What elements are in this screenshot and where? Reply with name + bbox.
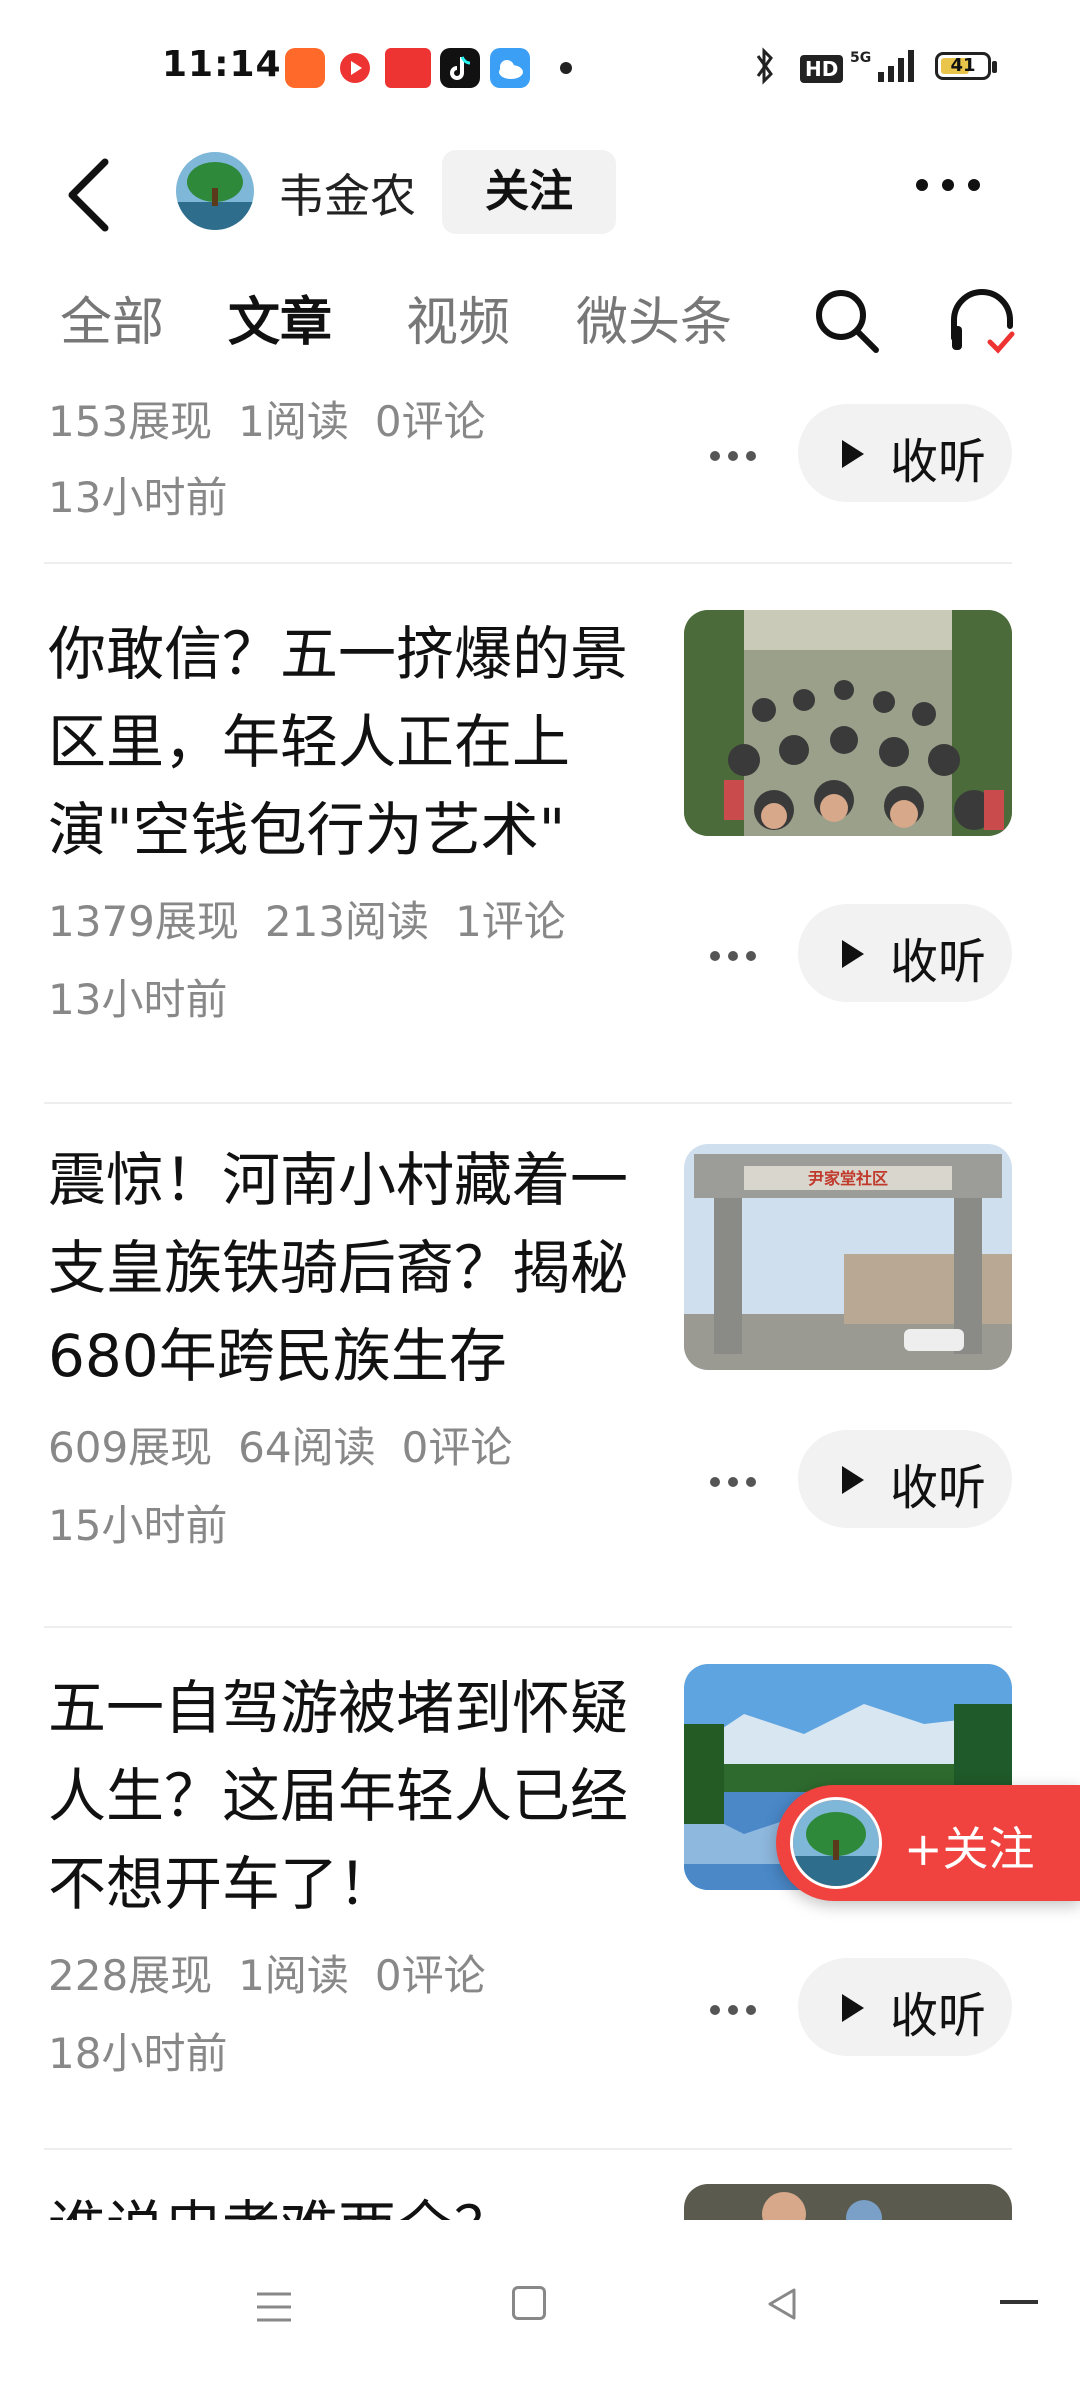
article-more-icon[interactable] [710, 946, 764, 961]
views-count: 153展现 [48, 397, 213, 446]
tab-all[interactable]: 全部 [60, 280, 164, 355]
notification-dot [560, 62, 572, 74]
reads-count: 1阅读 [238, 1951, 349, 2000]
reads-count: 213阅读 [264, 897, 430, 946]
floating-follow-button[interactable]: +关注 [776, 1785, 1080, 1901]
floating-follow-label: +关注 [904, 1822, 1035, 1876]
search-icon[interactable] [808, 282, 884, 358]
weather-icon [490, 48, 530, 88]
video-icon [335, 48, 375, 88]
author-avatar [790, 1797, 882, 1889]
article-stats: 228展现 1阅读 0评论 [48, 1942, 512, 2003]
listen-label: 收听 [890, 934, 987, 990]
views-count: 609展现 [48, 1423, 213, 1472]
article-thumbnail-gate[interactable]: 尹家堂社区 [684, 1144, 1012, 1370]
article-stats: 609展现 64阅读 0评论 [48, 1414, 538, 1475]
article-item[interactable]: 谁说忠孝难两全？ [0, 2184, 1080, 2262]
play-icon [842, 440, 864, 468]
article-thumbnail[interactable] [684, 2184, 1012, 2220]
divider [44, 1626, 1012, 1628]
listen-button[interactable]: 收听 [798, 904, 1012, 1002]
comments-count: 0评论 [374, 1951, 486, 2000]
battery-level: 41 [950, 55, 976, 76]
follow-button[interactable]: 关注 [442, 150, 616, 234]
system-nav-bar [0, 2220, 1080, 2400]
divider [44, 2148, 1012, 2150]
article-title[interactable]: 震惊！河南小村藏着一支皇族铁骑后裔？揭秘680年跨民族生存 [48, 1136, 658, 1400]
publish-time: 15小时前 [48, 1501, 228, 1550]
article-more-icon[interactable] [710, 2000, 764, 2015]
headphones-icon[interactable] [944, 282, 1020, 360]
article-stats: 153展现 1阅读 0评论 [48, 388, 512, 449]
listen-label: 收听 [890, 1460, 987, 1516]
play-icon [842, 1994, 864, 2022]
hd-badge: HD [800, 55, 844, 83]
comments-count: 0评论 [374, 397, 486, 446]
article-more-icon[interactable] [710, 446, 764, 461]
back-arrow-icon[interactable] [60, 150, 120, 240]
divider [44, 562, 1012, 564]
play-icon [842, 940, 864, 968]
listen-button[interactable]: 收听 [798, 1958, 1012, 2056]
divider [44, 1102, 1012, 1104]
more-options-icon[interactable] [916, 176, 996, 206]
reads-count: 1阅读 [238, 397, 349, 446]
svg-text:5G: 5G [850, 50, 871, 66]
author-avatar[interactable] [176, 152, 254, 230]
status-bar: 11:14 HD 5G 41 [0, 0, 1080, 130]
toutiao-icon [385, 48, 431, 88]
gate-sign: 尹家堂社区 [808, 1169, 888, 1188]
article-title[interactable]: 你敢信？五一挤爆的景区里，年轻人正在上演"空钱包行为艺术" [48, 610, 658, 874]
listen-label: 收听 [890, 1988, 987, 2044]
comments-count: 0评论 [401, 1423, 513, 1472]
listen-label: 收听 [890, 434, 987, 490]
publish-time: 13小时前 [48, 975, 228, 1024]
article-item[interactable]: 震惊！河南小村藏着一支皇族铁骑后裔？揭秘680年跨民族生存 尹家堂社区 609展… [0, 1136, 1080, 1596]
listen-button[interactable]: 收听 [798, 1430, 1012, 1528]
home-icon[interactable] [512, 2286, 546, 2320]
article-item[interactable]: 153展现 1阅读 0评论 13小时前 收听 [0, 380, 1080, 560]
tab-micro-posts[interactable]: 微头条 [576, 280, 732, 355]
bluetooth-icon [756, 47, 773, 85]
author-name[interactable]: 韦金农 [278, 160, 416, 226]
views-count: 228展现 [48, 1951, 213, 2000]
article-stats: 1379展现 213阅读 1评论 [48, 888, 592, 949]
comments-count: 1评论 [455, 897, 566, 946]
menu-icon[interactable] [255, 2290, 293, 2324]
article-more-icon[interactable] [710, 1472, 764, 1487]
article-title[interactable]: 五一自驾游被堵到怀疑人生？这届年轻人已经不想开车了！ [48, 1664, 658, 1928]
tiktok-icon [440, 48, 480, 88]
article-thumbnail-crowd[interactable] [684, 610, 1012, 836]
listen-button[interactable]: 收听 [798, 404, 1012, 502]
article-item[interactable]: 你敢信？五一挤爆的景区里，年轻人正在上演"空钱包行为艺术" 1379展现 213阅… [0, 610, 1080, 1070]
tab-articles[interactable]: 文章 [228, 280, 332, 355]
kuaishou-icon [285, 48, 325, 88]
publish-time: 13小时前 [48, 473, 228, 522]
nav-back-icon[interactable] [762, 2284, 802, 2324]
play-icon [842, 1466, 864, 1494]
signal-5g-icon: 5G [850, 50, 914, 82]
views-count: 1379展现 [48, 897, 239, 946]
publish-time: 18小时前 [48, 2029, 228, 2078]
gesture-hint-icon [1000, 2300, 1038, 2304]
status-time: 11:14 [162, 44, 282, 85]
battery-icon: 41 [935, 52, 991, 80]
tab-videos[interactable]: 视频 [406, 280, 510, 355]
reads-count: 64阅读 [238, 1423, 376, 1472]
